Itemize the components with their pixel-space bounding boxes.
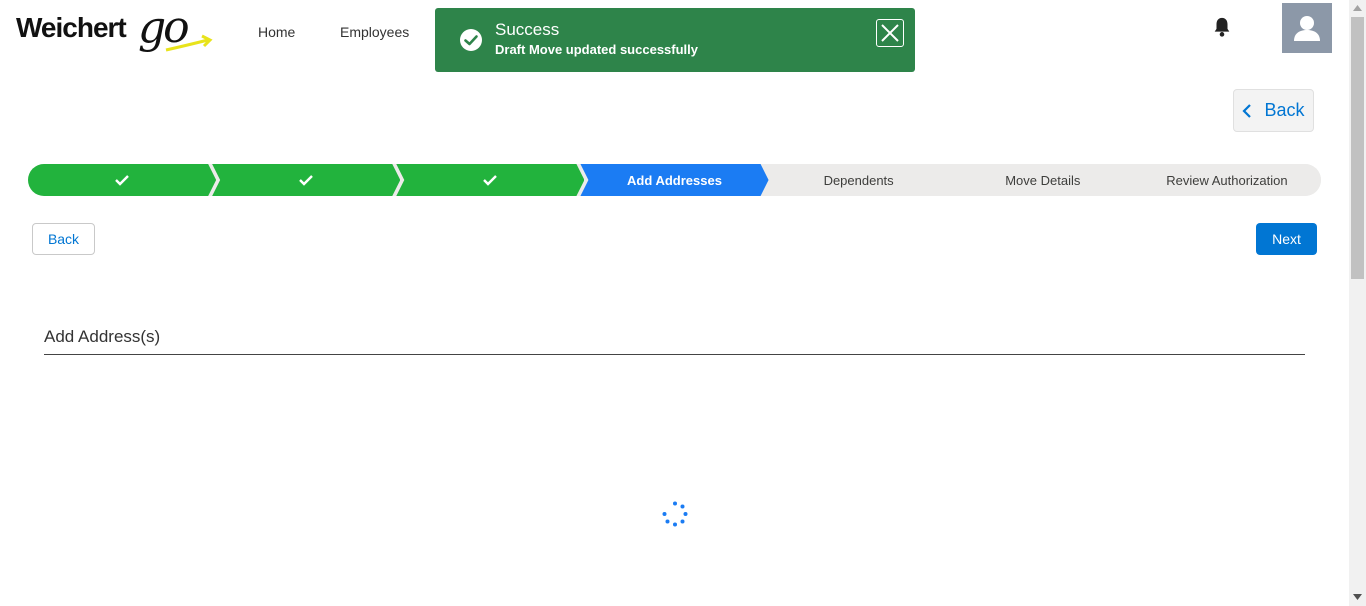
success-toast: Success Draft Move updated successfully	[435, 8, 915, 72]
progress-path: Add Addresses Dependents Move Details Revie…	[28, 164, 1321, 196]
path-step-5[interactable]: Dependents	[765, 164, 953, 196]
notification-bell-icon[interactable]	[1211, 16, 1233, 38]
nav-home-link[interactable]: Home	[258, 24, 295, 40]
path-step-2[interactable]	[212, 164, 400, 196]
scroll-down-arrow-icon[interactable]	[1353, 594, 1362, 600]
close-icon	[881, 24, 899, 42]
user-icon	[1294, 16, 1320, 41]
logo-text: Weichert	[16, 12, 127, 43]
section-title: Add Address(s)	[44, 327, 161, 346]
success-check-icon	[460, 29, 482, 51]
path-step-4[interactable]: Add Addresses	[580, 164, 768, 196]
path-step-7[interactable]: Review Authorization	[1132, 164, 1321, 196]
header-back-label: Back	[1264, 100, 1305, 120]
check-icon	[482, 174, 498, 186]
toast-message: Draft Move updated successfully	[495, 42, 698, 57]
path-step-3[interactable]	[396, 164, 584, 196]
check-icon	[298, 174, 314, 186]
weichert-go-logo[interactable]: Weichert go	[16, 2, 213, 56]
path-step-6[interactable]: Move Details	[949, 164, 1137, 196]
path-step-label: Add Addresses	[627, 172, 722, 188]
path-step-label: Review Authorization	[1166, 172, 1288, 188]
logo-arrow-icon	[165, 34, 213, 52]
check-icon	[114, 174, 130, 186]
path-step-label: Move Details	[1005, 172, 1081, 188]
scroll-up-arrow-icon[interactable]	[1353, 5, 1362, 11]
nav-employees-link[interactable]: Employees	[340, 24, 409, 40]
page: Weichert go Home Employees Success Draft…	[0, 0, 1366, 606]
user-avatar[interactable]	[1282, 3, 1332, 53]
section-divider	[44, 354, 1305, 355]
back-button[interactable]: Back	[32, 223, 95, 255]
scrollbar-thumb[interactable]	[1351, 17, 1364, 279]
header-back-button[interactable]: Back	[1233, 89, 1314, 132]
path-step-1[interactable]	[28, 164, 216, 196]
chevron-left-icon	[1242, 103, 1252, 118]
loading-spinner-icon	[662, 501, 688, 527]
toast-title: Success	[495, 20, 560, 39]
path-step-label: Dependents	[823, 172, 894, 188]
next-button[interactable]: Next	[1256, 223, 1317, 255]
toast-close-button[interactable]	[876, 19, 904, 47]
vertical-scrollbar[interactable]	[1349, 0, 1366, 606]
